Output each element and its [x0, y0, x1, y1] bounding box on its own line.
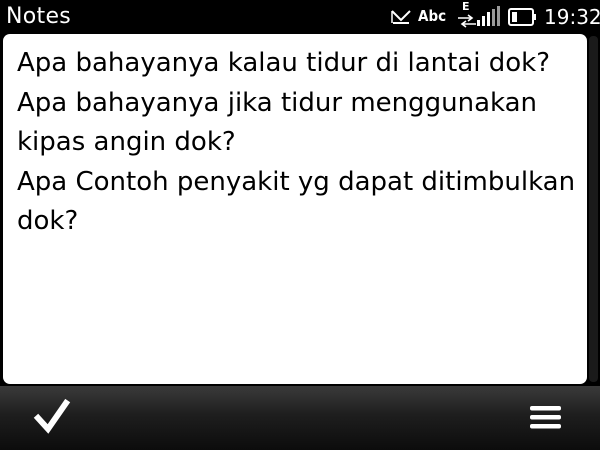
status-indicators: Abc E 19:32 [380, 0, 600, 34]
app-title: Notes [6, 4, 72, 29]
checkmark-icon [33, 398, 71, 434]
clock: 19:32 [544, 5, 600, 29]
scrollbar[interactable] [589, 36, 598, 382]
done-button[interactable] [26, 394, 78, 440]
input-mode-indicator: Abc [418, 7, 447, 25]
bottom-toolbar [0, 386, 600, 450]
signal-strength-icon [476, 6, 502, 28]
options-menu-button[interactable] [520, 394, 572, 440]
envelope-indicator-icon [390, 8, 412, 26]
note-text[interactable]: Apa bahayanya kalau tidur di lantai dok?… [17, 44, 583, 242]
battery-icon [508, 8, 538, 26]
edge-network-icon: E [456, 0, 478, 30]
menu-icon [530, 406, 561, 429]
note-editor[interactable]: Apa bahayanya kalau tidur di lantai dok?… [3, 34, 587, 384]
status-bar: Notes Abc E 19:32 [0, 0, 600, 34]
network-type-label: E [462, 0, 470, 13]
